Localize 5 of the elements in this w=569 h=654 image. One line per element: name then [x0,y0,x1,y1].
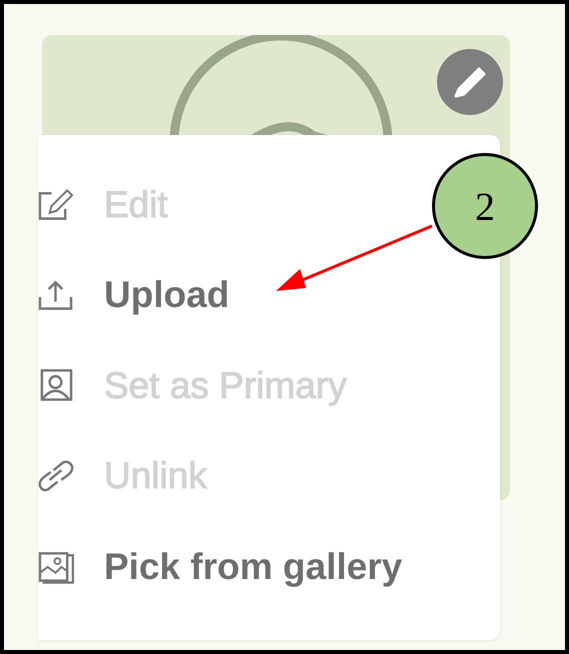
person-icon [38,368,74,404]
edit-icon [38,186,74,222]
menu-item[interactable]: Upload [38,274,230,316]
menu-item[interactable]: Pick from gallery [38,546,402,588]
link-icon [38,458,74,494]
